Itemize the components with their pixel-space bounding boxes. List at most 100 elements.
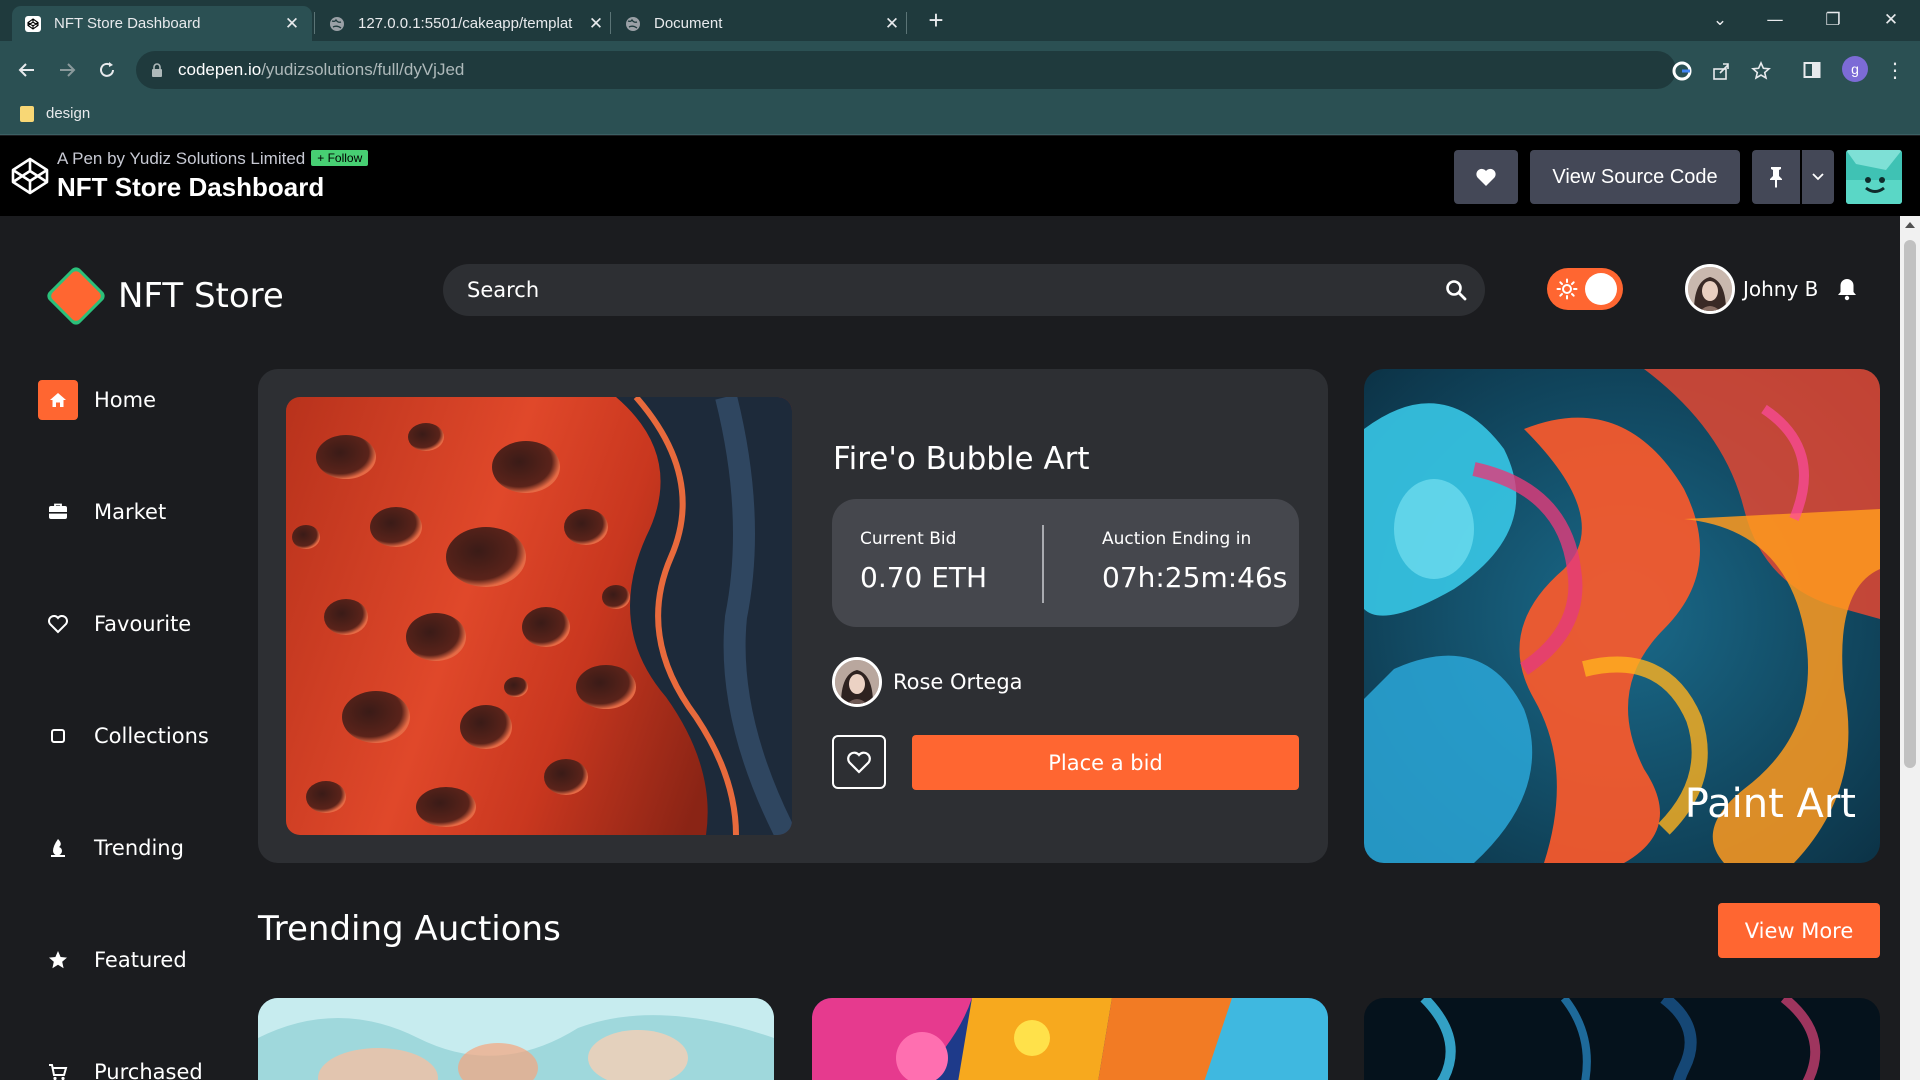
sidebar-item-featured[interactable]: Featured bbox=[38, 940, 238, 980]
globe-icon bbox=[624, 15, 642, 33]
artwork-title: Fire'o Bubble Art bbox=[833, 441, 1090, 477]
heart-button[interactable] bbox=[1454, 150, 1518, 204]
lock-icon[interactable] bbox=[150, 62, 164, 82]
codepen-favicon-icon bbox=[24, 15, 42, 33]
sidebar-item-label: Trending bbox=[94, 836, 184, 860]
globe-icon bbox=[328, 15, 346, 33]
auction-ending-label: Auction Ending in bbox=[1102, 529, 1252, 549]
user-avatar bbox=[1685, 264, 1735, 314]
restore-icon[interactable]: ❐ bbox=[1813, 6, 1853, 34]
heart-icon bbox=[1476, 168, 1496, 186]
profile-avatar[interactable]: g bbox=[1842, 56, 1868, 82]
nft-diamond-logo-icon bbox=[47, 267, 105, 325]
bid-divider bbox=[1042, 525, 1044, 603]
address-bar[interactable]: codepen.io/yudizsolutions/full/dyVjJed bbox=[136, 51, 1771, 89]
codepen-logo-icon[interactable] bbox=[10, 156, 50, 196]
user-profile[interactable]: Johny B bbox=[1685, 264, 1818, 314]
tab-close-icon[interactable]: ✕ bbox=[884, 14, 900, 34]
bookmarks-bar: design bbox=[0, 99, 1920, 135]
tab-separator bbox=[314, 12, 315, 34]
home-icon bbox=[38, 380, 78, 420]
window-close-icon[interactable]: ✕ bbox=[1871, 6, 1911, 34]
sidebar-item-trending[interactable]: Trending bbox=[38, 828, 238, 868]
scrollbar-thumb[interactable] bbox=[1904, 240, 1916, 768]
trending-card[interactable] bbox=[812, 998, 1328, 1080]
follow-button[interactable]: + Follow bbox=[311, 150, 369, 166]
place-bid-button[interactable]: Place a bid bbox=[912, 735, 1299, 790]
current-bid-value: 0.70 ETH bbox=[860, 561, 988, 594]
trending-card[interactable] bbox=[258, 998, 774, 1080]
sidebar-item-home[interactable]: Home bbox=[38, 380, 238, 420]
tab-nft-store-dashboard[interactable]: NFT Store Dashboard ✕ bbox=[12, 6, 312, 41]
pen-title: NFT Store Dashboard bbox=[57, 172, 325, 202]
back-icon[interactable] bbox=[12, 55, 42, 85]
heart-icon bbox=[847, 751, 871, 774]
url-path: /yudizsolutions/full/dyVjJed bbox=[261, 60, 465, 79]
fire-bubble-art-image[interactable] bbox=[286, 397, 792, 835]
side-panel-icon[interactable] bbox=[1797, 55, 1827, 85]
pen-byline: A Pen by Yudiz Solutions Limited + Follow bbox=[57, 149, 369, 169]
sidebar-item-favourite[interactable]: Favourite bbox=[38, 604, 238, 644]
cart-icon bbox=[38, 1052, 78, 1080]
browser-tab-strip: NFT Store Dashboard ✕ 127.0.0.1:5501/cak… bbox=[0, 0, 1920, 41]
sidebar-item-market[interactable]: Market bbox=[38, 492, 238, 532]
sidebar-item-collections[interactable]: Collections bbox=[38, 716, 238, 756]
minimize-icon[interactable]: — bbox=[1755, 6, 1795, 34]
pen-author[interactable]: A Pen by Yudiz Solutions Limited bbox=[57, 149, 305, 168]
view-source-button[interactable]: View Source Code bbox=[1530, 150, 1740, 204]
favourite-button[interactable] bbox=[832, 735, 886, 789]
heart-icon bbox=[38, 604, 78, 644]
toggle-knob bbox=[1585, 273, 1617, 305]
paint-art-card[interactable]: Paint Art bbox=[1364, 369, 1880, 863]
theme-toggle[interactable] bbox=[1547, 268, 1623, 310]
codepen-header: A Pen by Yudiz Solutions Limited + Follow… bbox=[0, 136, 1920, 216]
tab-close-icon[interactable]: ✕ bbox=[284, 14, 300, 34]
view-more-button[interactable]: View More bbox=[1718, 903, 1880, 958]
nft-store-app: NFT Store Johny B Home bbox=[0, 216, 1920, 1080]
creator-avatar bbox=[832, 657, 882, 707]
folder-icon bbox=[20, 105, 34, 122]
sidebar-item-label: Featured bbox=[94, 948, 187, 972]
auction-countdown: 07h:25m:46s bbox=[1102, 561, 1288, 594]
pin-button[interactable] bbox=[1752, 150, 1800, 204]
sun-icon bbox=[1556, 278, 1578, 300]
paint-art-title: Paint Art bbox=[1684, 781, 1856, 827]
brand[interactable]: NFT Store bbox=[40, 260, 284, 332]
creator[interactable]: Rose Ortega bbox=[832, 657, 1023, 707]
new-tab-button[interactable]: + bbox=[922, 6, 950, 34]
tab-search-chevron-icon[interactable]: ⌄ bbox=[1700, 6, 1740, 34]
pin-icon bbox=[1770, 167, 1782, 188]
sidebar-item-label: Purchased bbox=[94, 1060, 203, 1080]
briefcase-icon bbox=[38, 492, 78, 532]
chevron-down-icon bbox=[1812, 173, 1824, 181]
square-icon bbox=[38, 716, 78, 756]
bookmark-folder-design[interactable]: design bbox=[20, 105, 90, 122]
page-scrollbar[interactable] bbox=[1900, 216, 1920, 1080]
trending-auctions-title: Trending Auctions bbox=[258, 909, 561, 949]
kebab-menu-icon[interactable]: ⋮ bbox=[1880, 55, 1910, 85]
tab-separator bbox=[610, 12, 611, 34]
pin-dropdown-button[interactable] bbox=[1802, 150, 1834, 204]
reload-icon[interactable] bbox=[92, 55, 122, 85]
notification-bell-icon[interactable] bbox=[1836, 277, 1858, 301]
tab-localhost[interactable]: 127.0.0.1:5501/cakeapp/templat ✕ bbox=[316, 6, 616, 41]
user-avatar[interactable] bbox=[1846, 150, 1902, 204]
tab-title: Document bbox=[654, 15, 723, 32]
tab-document[interactable]: Document ✕ bbox=[612, 6, 912, 41]
scroll-up-arrow-icon[interactable] bbox=[1905, 222, 1915, 228]
search-icon[interactable] bbox=[1445, 279, 1467, 301]
tab-close-icon[interactable]: ✕ bbox=[588, 14, 604, 34]
sidebar-item-label: Collections bbox=[94, 724, 209, 748]
trending-card[interactable] bbox=[1364, 998, 1880, 1080]
share-icon[interactable] bbox=[1710, 60, 1732, 82]
fire-icon bbox=[38, 828, 78, 868]
search-input[interactable] bbox=[467, 264, 1417, 316]
google-lens-icon[interactable] bbox=[1671, 60, 1693, 82]
creator-name: Rose Ortega bbox=[893, 670, 1023, 694]
forward-icon[interactable] bbox=[52, 55, 82, 85]
url-host: codepen.io bbox=[178, 60, 262, 79]
bookmark-star-icon[interactable] bbox=[1750, 60, 1772, 82]
sidebar-item-purchased[interactable]: Purchased bbox=[38, 1052, 238, 1080]
current-bid-label: Current Bid bbox=[860, 529, 957, 549]
bid-info-box: Current Bid 0.70 ETH Auction Ending in 0… bbox=[832, 499, 1299, 627]
